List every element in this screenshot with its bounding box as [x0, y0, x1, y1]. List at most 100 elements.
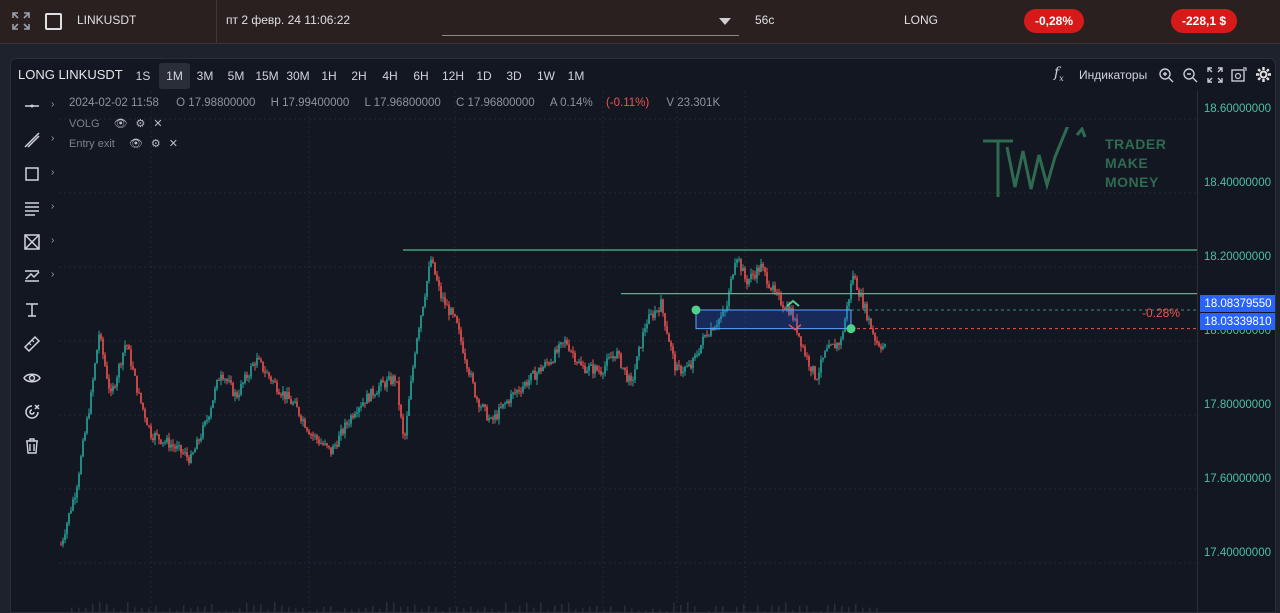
screenshot-icon[interactable]	[1231, 67, 1247, 83]
tf-1d[interactable]: 1D	[473, 63, 495, 89]
candle-body	[66, 523, 68, 535]
candle-body	[444, 297, 446, 305]
candle-body	[234, 392, 236, 396]
volume-bar	[736, 606, 738, 612]
gear-icon[interactable]: ⚙	[136, 117, 146, 130]
candle-body	[540, 367, 542, 372]
tf-1w[interactable]: 1W	[534, 63, 558, 89]
price-axis[interactable]: 18.60000000 18.40000000 18.20000000 18.0…	[1197, 91, 1275, 612]
candle-body	[244, 374, 246, 383]
candle-body	[320, 443, 322, 445]
candle-body	[738, 259, 740, 261]
candle-body	[242, 382, 244, 385]
volume-bar	[778, 605, 780, 612]
volume-bar	[652, 608, 654, 612]
candle-body	[620, 353, 622, 368]
volume-bar	[862, 607, 864, 612]
volume-bar	[435, 607, 437, 612]
candle-body	[126, 345, 128, 347]
volume-bar	[827, 605, 829, 612]
candle-body	[150, 425, 152, 438]
candle-body	[480, 406, 482, 408]
candle-body	[342, 429, 344, 434]
candle-body	[420, 315, 422, 329]
volume-bar	[463, 608, 465, 612]
candle-body	[852, 275, 854, 284]
volume-bar	[330, 606, 332, 612]
candle-body	[752, 273, 754, 276]
price-tick: 17.60000000	[1203, 473, 1271, 485]
candle-body	[734, 263, 736, 275]
volume-bar	[190, 608, 192, 612]
candle-body	[278, 392, 280, 395]
candle-body	[808, 356, 810, 367]
candle-body	[560, 342, 562, 345]
zoom-out-icon[interactable]	[1182, 67, 1198, 83]
candle-body	[280, 394, 282, 396]
candle-body	[208, 416, 210, 420]
candle-body	[498, 407, 500, 420]
tf-1m[interactable]: 1M	[159, 63, 190, 89]
gear-icon[interactable]: ⚙	[151, 137, 161, 150]
trade-datetime: пт 2 февр. 24 11:06:22	[226, 13, 351, 27]
volume-bar	[722, 606, 724, 612]
candle-body	[642, 332, 644, 348]
tf-15m[interactable]: 15M	[253, 63, 281, 89]
candle-body	[510, 394, 512, 404]
candle-body	[200, 437, 202, 441]
candle-body	[744, 268, 746, 280]
tf-5m[interactable]: 5M	[225, 63, 247, 89]
fx-icon[interactable]: fx	[1054, 65, 1064, 83]
candle-body	[194, 449, 196, 453]
tf-1mo[interactable]: 1M	[564, 63, 588, 89]
candle-body	[676, 365, 678, 371]
volume-bar	[519, 606, 521, 612]
tf-30m[interactable]: 30M	[283, 63, 313, 89]
tf-1h[interactable]: 1H	[318, 63, 340, 89]
eye-icon[interactable]: 👁	[114, 117, 128, 130]
eye-icon[interactable]: 👁	[129, 137, 143, 150]
tf-3d[interactable]: 3D	[503, 63, 525, 89]
zoom-in-icon[interactable]	[1158, 67, 1174, 83]
volume-bar	[582, 608, 584, 612]
close-icon[interactable]: ✕	[153, 117, 162, 130]
candle-body	[576, 362, 578, 364]
tf-6h[interactable]: 6H	[410, 63, 432, 89]
candle-body	[310, 434, 312, 436]
candle-body	[610, 357, 612, 359]
candle-body	[332, 445, 334, 455]
candle-body	[692, 357, 694, 369]
candle-body	[880, 346, 882, 349]
candle-body	[362, 402, 364, 407]
candle-body	[252, 363, 254, 367]
tf-3m[interactable]: 3M	[194, 63, 216, 89]
candle-body	[482, 404, 484, 407]
tf-12h[interactable]: 12H	[439, 63, 467, 89]
candle-body	[520, 391, 522, 393]
settings-gear-icon[interactable]	[1255, 66, 1272, 83]
volume-bar	[239, 607, 241, 612]
candle-body	[566, 340, 568, 345]
candle-body	[336, 444, 338, 447]
candle-body	[800, 336, 802, 347]
candle-body	[112, 386, 114, 392]
candle-body	[770, 287, 772, 290]
tf-2h[interactable]: 2H	[348, 63, 370, 89]
indicators-button[interactable]: Индикаторы	[1079, 68, 1147, 82]
candle-body	[684, 366, 686, 372]
candle-body	[736, 259, 738, 264]
tf-4h[interactable]: 4H	[379, 63, 401, 89]
volume-bar	[680, 604, 682, 612]
expand-icon[interactable]	[1207, 67, 1223, 83]
candle-body	[402, 416, 404, 435]
candle-body	[568, 344, 570, 351]
candle-body	[874, 333, 876, 341]
volume-bar	[393, 602, 395, 612]
fullscreen-icon[interactable]	[10, 10, 32, 32]
volume-bar	[869, 607, 871, 612]
dropdown-select[interactable]	[442, 8, 739, 36]
close-icon[interactable]: ✕	[169, 137, 178, 150]
candle-body	[496, 414, 498, 420]
tf-1s[interactable]: 1S	[133, 63, 153, 89]
select-checkbox[interactable]	[42, 10, 64, 32]
